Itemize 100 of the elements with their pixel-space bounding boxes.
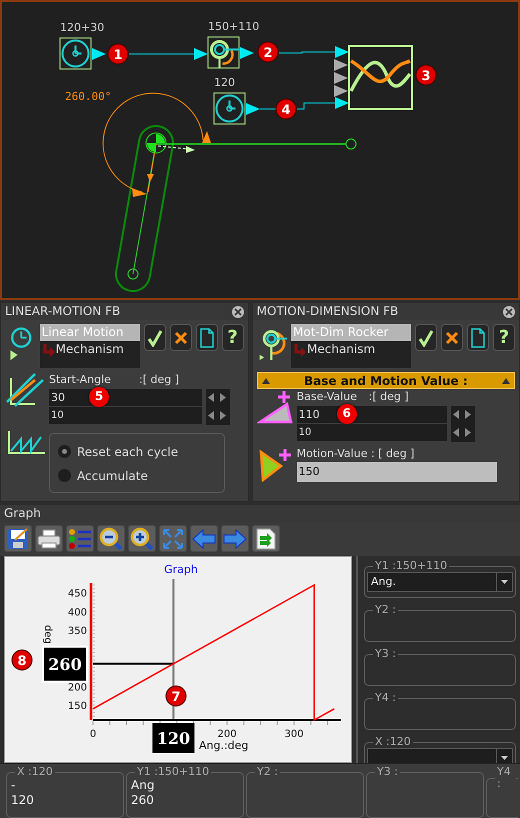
help-button[interactable]: ?	[222, 324, 244, 351]
option-label: Reset each cycle	[77, 444, 178, 460]
step-field[interactable]: 10	[49, 406, 202, 424]
print-button[interactable]	[35, 525, 63, 552]
group-label: Y3 :	[376, 766, 399, 778]
document-icon	[200, 328, 214, 348]
export-icon	[256, 528, 276, 550]
list-item[interactable]: Mechanism	[291, 341, 411, 358]
increment-button[interactable]	[220, 410, 228, 420]
collapse-icon	[502, 378, 510, 384]
legend-icon	[68, 528, 92, 550]
graph-block[interactable]	[334, 45, 413, 110]
decrement-button[interactable]	[208, 392, 216, 402]
readout-value: Ang	[130, 778, 156, 793]
radio-button[interactable]	[58, 469, 71, 482]
panel-title: LINEAR-MOTION FB	[5, 303, 120, 320]
apply-button[interactable]	[144, 324, 166, 351]
return-arrow-icon	[293, 342, 307, 356]
check-icon	[418, 328, 434, 346]
arrow-right-icon	[223, 528, 247, 548]
readout-value: 120	[10, 793, 35, 808]
section-title: Base and Motion Value :	[304, 372, 468, 390]
fit-button[interactable]	[159, 525, 187, 552]
section-header[interactable]: Base and Motion Value :	[256, 372, 515, 389]
callout-badge: 3	[416, 64, 436, 86]
callout-badge: 6	[336, 404, 357, 424]
axis-label: Ang.:deg	[199, 739, 248, 752]
callout-badge: 7	[166, 686, 186, 706]
callout-badge: 5	[89, 386, 109, 406]
fit-icon	[163, 528, 183, 548]
axis-label: deg	[42, 625, 53, 644]
angle-value: 260.00°	[65, 90, 112, 103]
close-icon	[505, 308, 513, 316]
tick-label: 200	[68, 682, 87, 694]
back-button[interactable]	[190, 525, 218, 552]
cancel-button[interactable]	[170, 324, 192, 351]
value-field[interactable]: 30 5	[49, 388, 202, 406]
radio-button[interactable]	[58, 445, 71, 458]
radio-option[interactable]: Reset each cycle	[58, 440, 216, 464]
decrement-button[interactable]	[208, 410, 216, 420]
cursor-readout: 120	[152, 723, 194, 753]
close-icon	[234, 308, 242, 316]
callout-badge: 8	[12, 650, 32, 670]
readout-value: -	[10, 778, 16, 793]
increment-button[interactable]	[220, 392, 228, 402]
zoom-in-icon	[130, 526, 154, 550]
unit-label: :[ deg ]	[368, 389, 409, 405]
close-button[interactable]	[503, 306, 515, 318]
new-button[interactable]	[467, 324, 489, 351]
decrement-button[interactable]	[453, 410, 461, 420]
radio-option[interactable]: Accumulate	[58, 464, 216, 488]
dimension-block[interactable]	[208, 36, 240, 68]
save-button[interactable]	[4, 525, 32, 552]
step-field[interactable]: 10	[296, 424, 447, 440]
document-icon	[471, 328, 485, 348]
save-icon	[7, 528, 29, 550]
tick-label: 200	[218, 729, 237, 740]
zoom-out-icon	[99, 526, 123, 550]
list-item[interactable]: Mechanism	[40, 341, 140, 358]
apply-button[interactable]	[415, 324, 437, 351]
dropdown[interactable]: Ang.	[367, 572, 513, 592]
close-button[interactable]	[232, 306, 244, 318]
help-button[interactable]: ?	[493, 324, 515, 351]
clock-block[interactable]	[60, 38, 92, 70]
unit-label: :[ deg ]	[139, 372, 180, 388]
tick-label: 150	[68, 701, 87, 712]
group-label: Y3 :	[374, 648, 397, 660]
collapse-icon	[262, 378, 270, 384]
export-button[interactable]	[252, 525, 280, 552]
cancel-button[interactable]	[441, 324, 463, 351]
decrement-button[interactable]	[453, 428, 461, 438]
callout-badge: 4	[276, 98, 296, 120]
legend-button[interactable]	[66, 525, 94, 552]
block-label: 120	[214, 76, 235, 89]
group-label: X :120	[374, 736, 412, 748]
field-label: Start-Angle	[49, 372, 112, 388]
increment-button[interactable]	[465, 410, 473, 420]
close-icon	[174, 330, 188, 344]
panel-title: Graph	[4, 506, 41, 520]
clock-block[interactable]	[214, 92, 246, 124]
tick-label: 350	[68, 626, 87, 637]
tick-label: 400	[68, 607, 87, 618]
zoom-in-button[interactable]	[128, 525, 156, 552]
check-icon	[146, 328, 163, 346]
close-icon	[445, 330, 459, 344]
caret-down-icon	[501, 756, 508, 760]
value-field[interactable]: 110 6	[296, 406, 447, 422]
group-label: Y4 :	[374, 692, 397, 704]
panel-title: MOTION-DIMENSION FB	[256, 303, 398, 320]
callout-badge: 2	[258, 42, 278, 62]
readout-value: 260	[130, 793, 155, 808]
sawtooth-icon	[5, 428, 45, 456]
new-button[interactable]	[196, 324, 218, 351]
field-label: Base-Value	[296, 389, 358, 405]
zoom-out-button[interactable]	[97, 525, 125, 552]
increment-button[interactable]	[465, 428, 473, 438]
value-field[interactable]: 150	[296, 462, 497, 482]
arrow-left-icon	[192, 528, 216, 548]
tick-label: 450	[68, 588, 87, 600]
caret-down-icon	[501, 580, 508, 584]
